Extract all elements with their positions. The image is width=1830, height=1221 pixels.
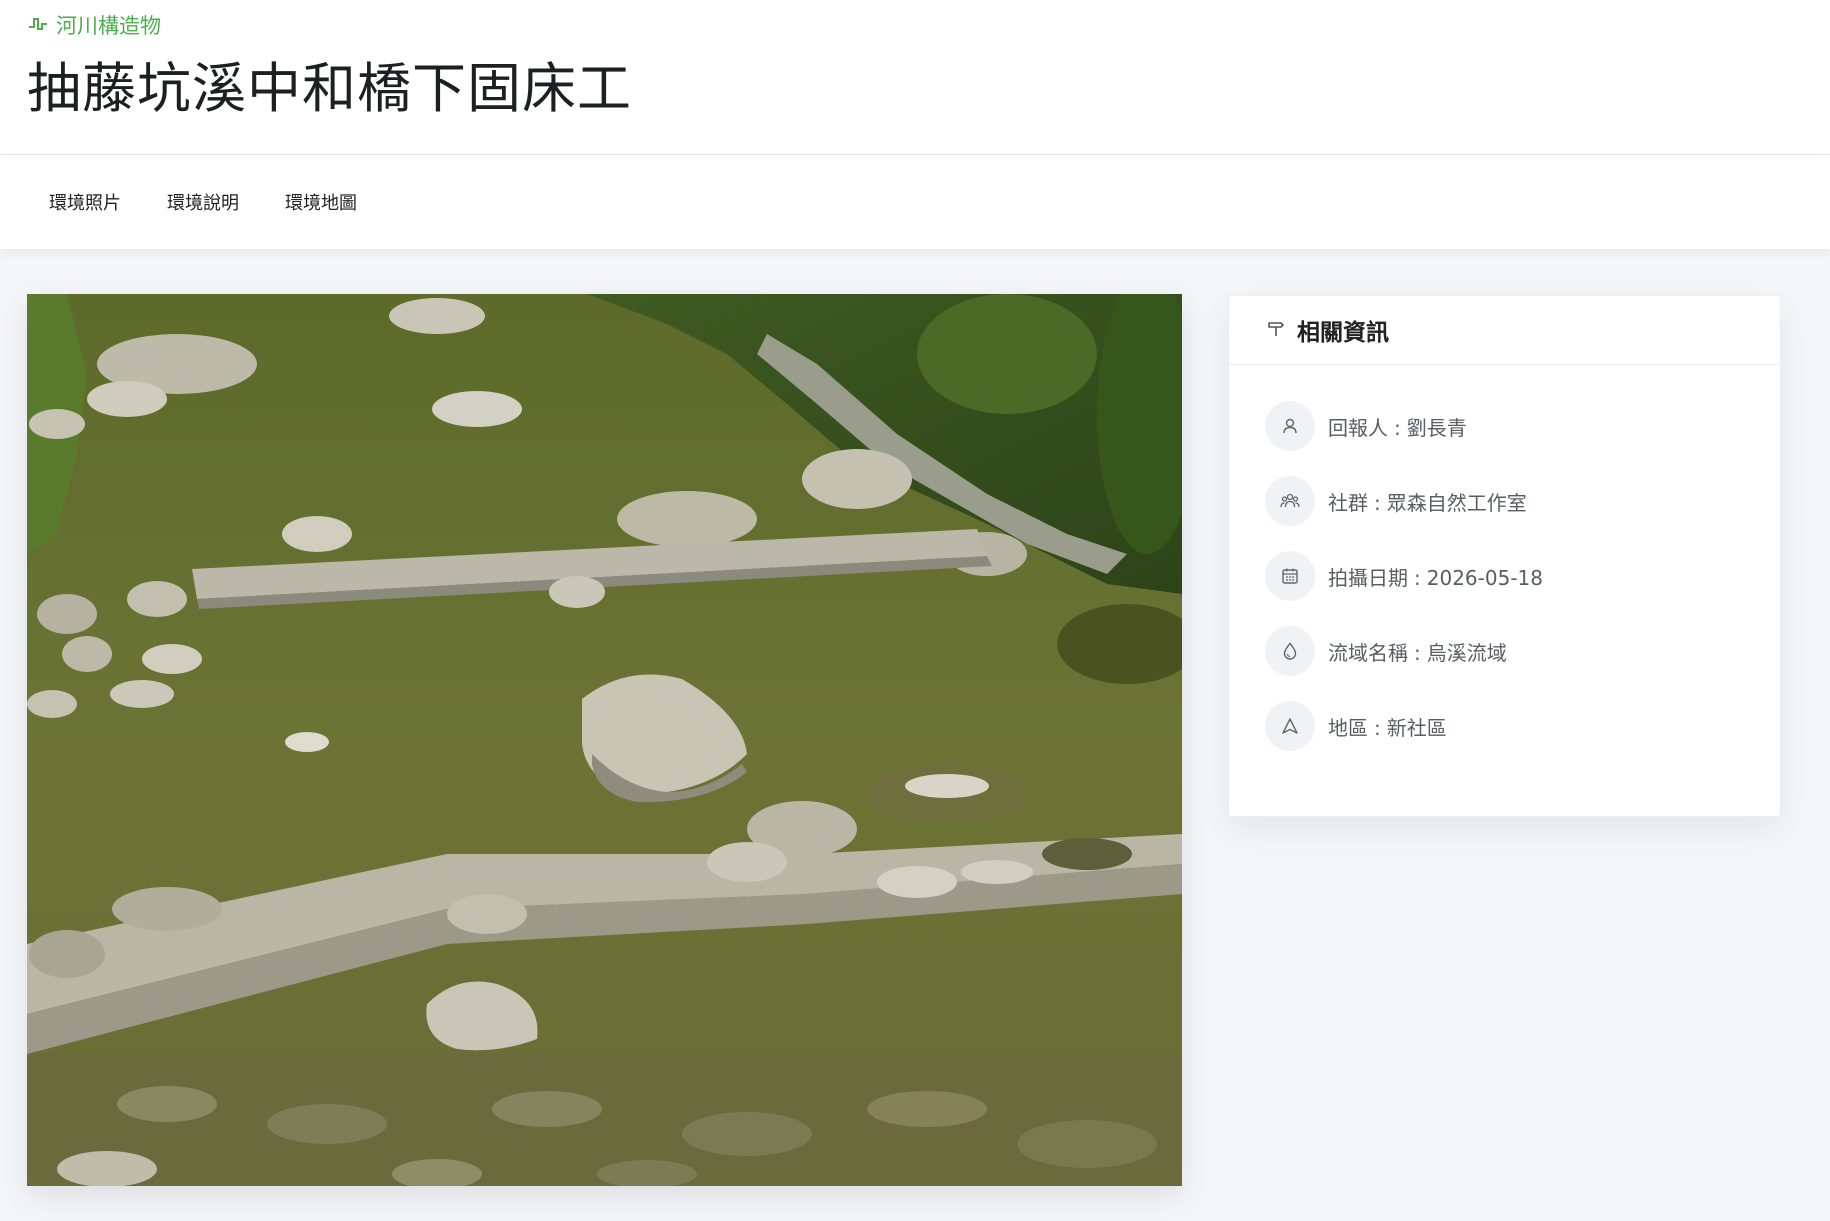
location-arrow-icon xyxy=(1265,701,1315,751)
community-label: 社群 xyxy=(1328,490,1368,515)
page-title: 抽藤坑溪中和橋下固床工 xyxy=(27,57,632,120)
page-header: 河川構造物 抽藤坑溪中和橋下固床工 xyxy=(0,0,1830,155)
info-item-district: 地區: 新社區 xyxy=(1229,701,1780,751)
category-text: 河川構造物 xyxy=(56,14,161,38)
info-item-watershed: 流域名稱: 烏溪流域 xyxy=(1229,626,1780,676)
community-value: 眾森自然工作室 xyxy=(1386,490,1527,515)
district-label: 地區 xyxy=(1328,715,1368,740)
separator: : xyxy=(1374,715,1381,740)
reporter-value: 劉長青 xyxy=(1406,415,1467,440)
community-text: 社群: 眾森自然工作室 xyxy=(1328,487,1527,516)
photo-date-label: 拍攝日期 xyxy=(1328,565,1408,590)
tab-bar: 環境照片 環境說明 環境地圖 xyxy=(0,155,1830,249)
info-item-photo-date: 拍攝日期:2026-05-18 xyxy=(1229,551,1780,601)
tab-environment-photos[interactable]: 環境照片 xyxy=(49,189,121,215)
reporter-text: 回報人: 劉長青 xyxy=(1328,412,1467,441)
separator: : xyxy=(1374,490,1381,515)
tab-environment-map[interactable]: 環境地圖 xyxy=(285,189,357,215)
user-icon xyxy=(1265,401,1315,451)
separator: : xyxy=(1414,640,1421,665)
watershed-label: 流域名稱 xyxy=(1328,640,1408,665)
separator: : xyxy=(1394,415,1401,440)
photo-date-value: 2026-05-18 xyxy=(1426,565,1543,590)
related-info-card: 相關資訊 回報人:劉長青 社群:眾森自然工作室 拍攝日期:2026-05-1 xyxy=(1228,295,1781,817)
info-list: 回報人: 劉長青 社群: 眾森自然工作室 拍攝日期:2026-05-18 流域名… xyxy=(1229,365,1780,751)
district-value: 新社區 xyxy=(1386,715,1447,740)
tab-environment-description[interactable]: 環境說明 xyxy=(167,189,239,215)
reporter-label: 回報人 xyxy=(1328,415,1388,440)
related-info-title: 相關資訊 xyxy=(1297,320,1389,346)
separator: : xyxy=(1414,565,1421,590)
district-text: 地區: 新社區 xyxy=(1328,712,1447,741)
info-item-community: 社群: 眾森自然工作室 xyxy=(1229,476,1780,526)
group-icon xyxy=(1265,476,1315,526)
water-drop-icon xyxy=(1265,626,1315,676)
photo-date-text: 拍攝日期:2026-05-18 xyxy=(1328,562,1543,591)
watershed-text: 流域名稱: 烏溪流域 xyxy=(1328,637,1507,666)
calendar-icon xyxy=(1265,551,1315,601)
info-item-reporter: 回報人: 劉長青 xyxy=(1229,401,1780,451)
related-info-header: 相關資訊 xyxy=(1229,296,1780,365)
watershed-value: 烏溪流域 xyxy=(1426,640,1507,665)
pulse-line-icon xyxy=(28,13,56,37)
environment-photo[interactable] xyxy=(27,294,1182,1186)
signpost-icon xyxy=(1267,319,1297,341)
category-label[interactable]: 河川構造物 xyxy=(28,10,161,40)
